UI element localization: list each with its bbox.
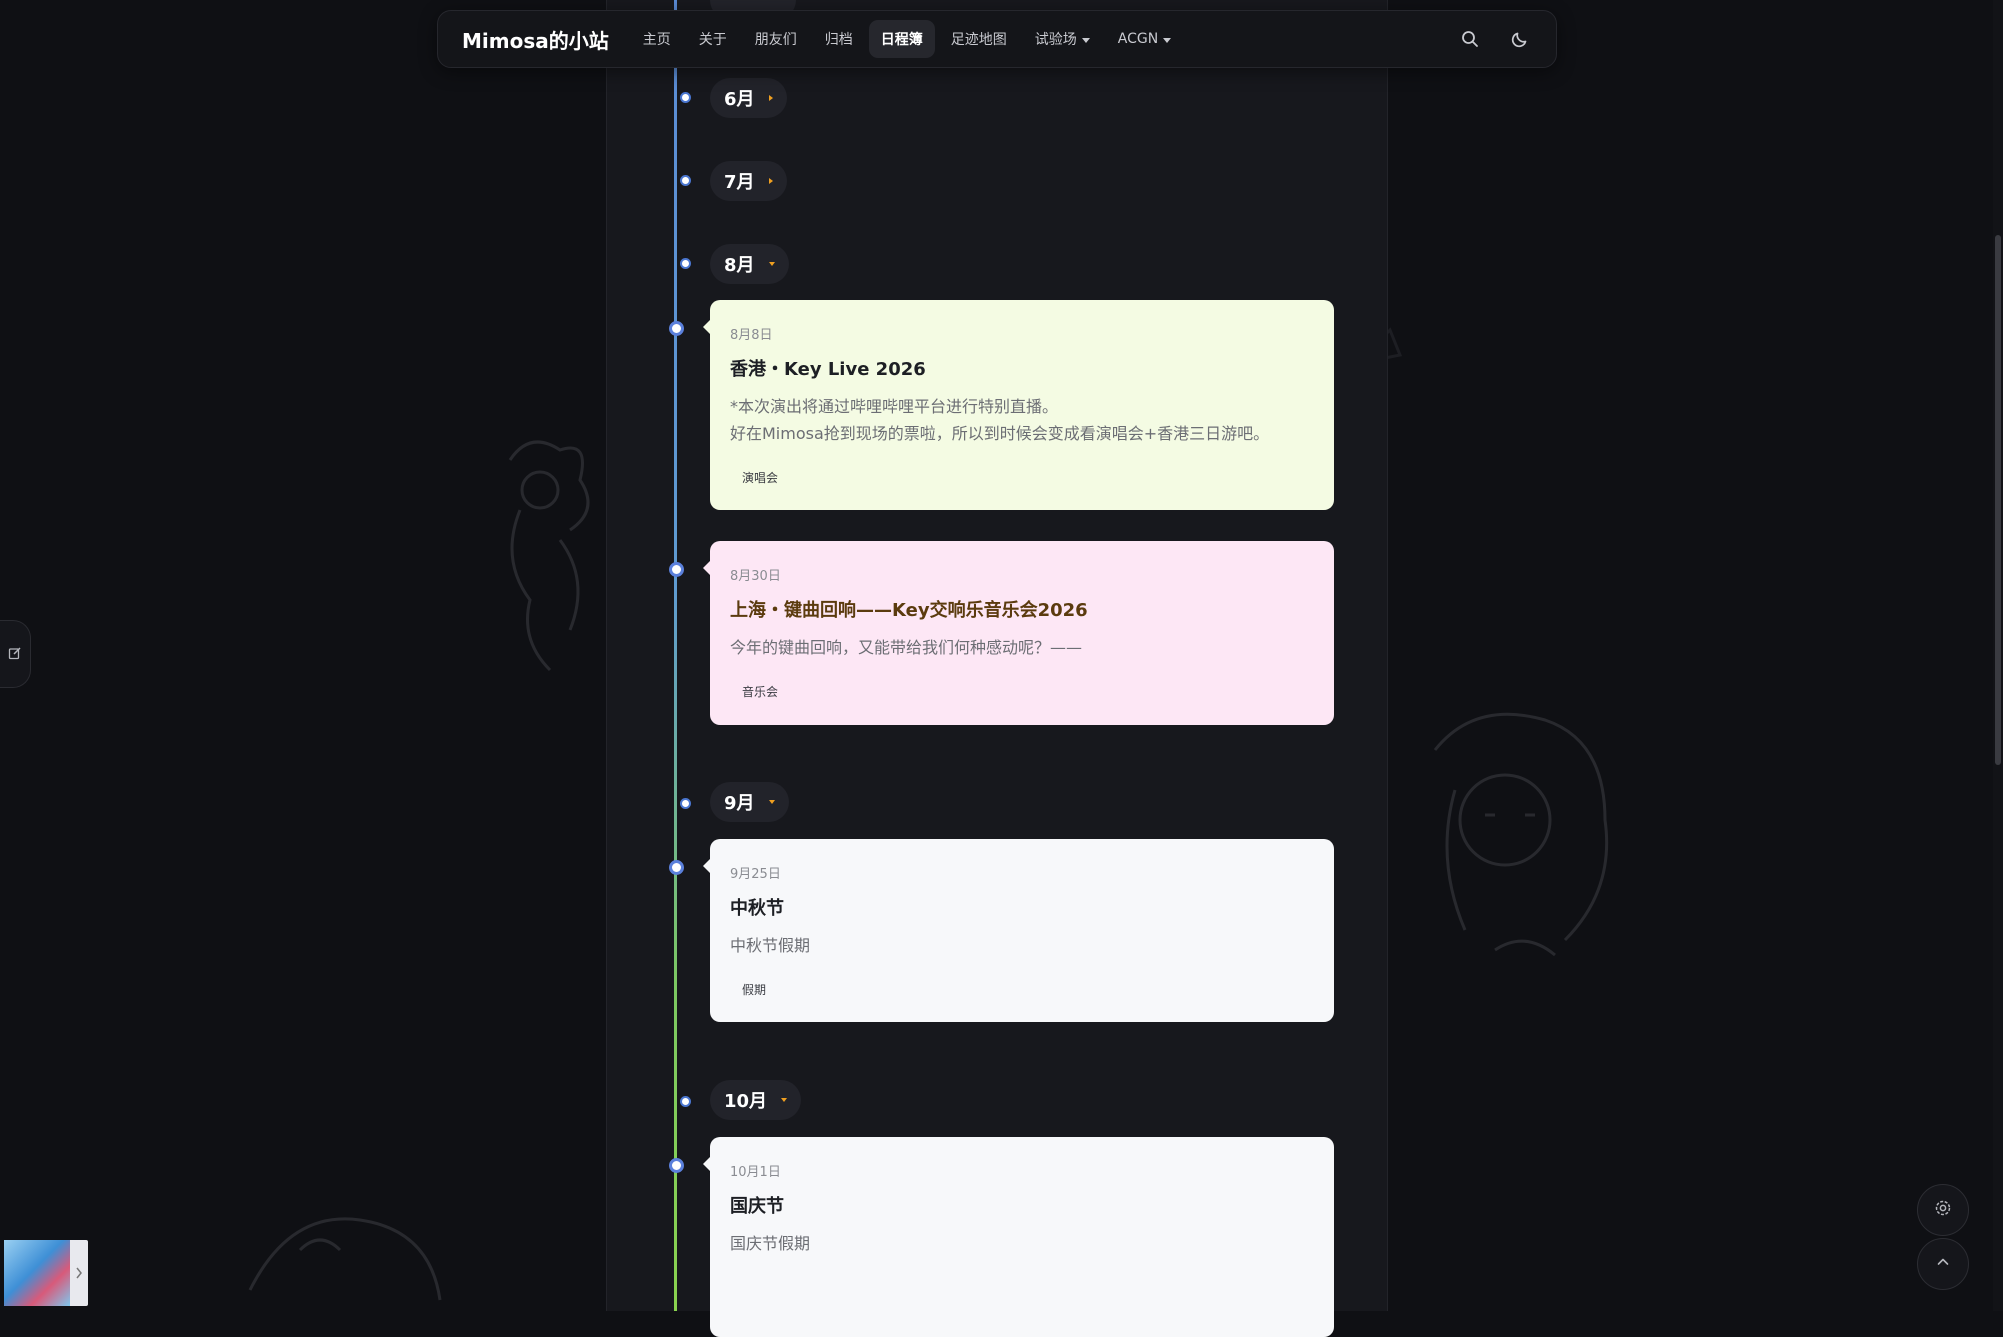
side-edit-tab[interactable]	[0, 620, 31, 688]
event-tag[interactable]: 演唱会	[730, 465, 790, 490]
chevron-down-icon	[1163, 37, 1172, 43]
anime-doodle-bottomleft	[248, 1217, 442, 1301]
month-toggle-september[interactable]: 9月	[710, 782, 789, 822]
event-date: 8月8日	[730, 328, 773, 343]
nav-label: 朋友们	[754, 32, 797, 48]
event-title: 中秋节	[730, 898, 784, 919]
event-card[interactable]: 10月1日 国庆节 国庆节假期	[703, 1137, 1334, 1337]
back-to-top-button[interactable]	[1917, 1238, 1969, 1290]
event-tag[interactable]: 音乐会	[730, 679, 790, 704]
nav-item-acgn[interactable]: ACGN	[1106, 22, 1183, 56]
month-dot	[680, 92, 691, 103]
month-label: 10月	[724, 1091, 768, 1112]
event-description: *本次演出将通过哔哩哔哩平台进行特别直播。 好在Mimosa抢到现场的票啦，所以…	[730, 393, 1314, 447]
top-navbar: Mimosa的小站 主页 关于 朋友们 归档 日程簿 足迹地图 试验场 ACGN	[437, 10, 1557, 68]
nav-label: 主页	[642, 32, 671, 48]
nav-label: 归档	[824, 32, 853, 48]
event-title: 上海・键曲回响——Key交响乐音乐会2026	[730, 600, 1088, 621]
event-card[interactable]: 8月8日 香港・Key Live 2026 *本次演出将通过哔哩哔哩平台进行特别…	[703, 300, 1334, 510]
nav-item-lab[interactable]: 试验场	[1023, 20, 1102, 58]
chevron-down-icon	[1081, 37, 1090, 43]
event-dot	[669, 321, 684, 336]
nav-item-home[interactable]: 主页	[631, 20, 683, 58]
site-brand[interactable]: Mimosa的小站	[462, 25, 609, 54]
event-card[interactable]: 9月25日 中秋节 中秋节假期 假期	[703, 839, 1334, 1022]
nav-item-archive[interactable]: 归档	[813, 20, 865, 58]
month-toggle-august[interactable]: 8月	[710, 244, 789, 284]
month-label: 9月	[724, 793, 755, 814]
event-title: 香港・Key Live 2026	[730, 359, 926, 380]
month-dot	[680, 258, 691, 269]
event-desc-line: 好在Mimosa抢到现场的票啦，所以到时候会变成看演唱会+香港三日游吧。	[730, 424, 1270, 443]
edit-icon	[8, 645, 22, 664]
month-toggle-october[interactable]: 10月	[710, 1080, 802, 1120]
nav-item-about[interactable]: 关于	[687, 20, 739, 58]
nav-label: 日程簿	[880, 32, 923, 48]
nav-item-friends[interactable]: 朋友们	[743, 20, 809, 58]
month-label: 6月	[724, 89, 755, 110]
nav-item-footprint-map[interactable]: 足迹地图	[939, 20, 1019, 58]
chevron-right-icon[interactable]	[70, 1266, 88, 1280]
nav-label: ACGN	[1117, 31, 1159, 47]
music-player-widget[interactable]	[4, 1240, 88, 1306]
nav-menu: 主页 关于 朋友们 归档 日程簿 足迹地图 试验场 ACGN	[631, 20, 1183, 58]
month-dot	[680, 1096, 691, 1107]
nav-label: 关于	[698, 32, 727, 48]
month-dot	[680, 175, 691, 186]
timeline-line	[674, 0, 677, 1311]
caret-down-icon	[768, 262, 775, 266]
month-dot	[680, 798, 691, 809]
month-toggle-july[interactable]: 7月	[710, 161, 787, 201]
event-description: 今年的键曲回响，又能带给我们何种感动呢？——	[730, 634, 1314, 661]
event-desc-line: 中秋节假期	[730, 936, 811, 955]
event-date: 8月30日	[730, 569, 781, 584]
nav-actions	[1458, 27, 1532, 51]
event-desc-line: *本次演出将通过哔哩哔哩平台进行特别直播。	[730, 397, 1059, 416]
settings-button[interactable]	[1917, 1184, 1969, 1236]
album-cover[interactable]	[4, 1240, 70, 1306]
gear-icon	[1934, 1199, 1952, 1221]
event-dot	[669, 1158, 684, 1173]
event-date: 9月25日	[730, 867, 781, 882]
month-label: 7月	[724, 172, 755, 193]
nav-label: 试验场	[1034, 32, 1077, 48]
nav-label: 足迹地图	[950, 32, 1007, 48]
event-description: 国庆节假期	[730, 1230, 1314, 1257]
event-desc-line: 今年的键曲回响，又能带给我们何种感动呢？——	[730, 638, 1083, 657]
event-dot	[669, 562, 684, 577]
caret-right-icon	[768, 95, 773, 101]
event-date: 10月1日	[730, 1165, 781, 1180]
nav-item-schedule[interactable]: 日程簿	[868, 20, 935, 58]
event-desc-line: 国庆节假期	[730, 1234, 811, 1253]
caret-down-icon	[781, 1098, 788, 1102]
search-icon[interactable]	[1458, 27, 1482, 51]
event-description: 中秋节假期	[730, 932, 1314, 959]
anime-doodle-right	[1433, 712, 1609, 957]
moon-icon[interactable]	[1508, 27, 1532, 51]
chevron-up-icon	[1935, 1254, 1951, 1274]
event-dot	[669, 860, 684, 875]
event-card[interactable]: 8月30日 上海・键曲回响——Key交响乐音乐会2026 今年的键曲回响，又能带…	[703, 541, 1334, 725]
month-label: 8月	[724, 255, 755, 276]
event-title: 国庆节	[730, 1196, 784, 1217]
event-tag[interactable]: 假期	[730, 977, 778, 1002]
scrollbar-thumb[interactable]	[1995, 235, 2001, 765]
anime-doodle-left	[508, 440, 590, 672]
month-toggle-june[interactable]: 6月	[710, 78, 787, 118]
caret-right-icon	[768, 178, 773, 184]
caret-down-icon	[768, 800, 775, 804]
